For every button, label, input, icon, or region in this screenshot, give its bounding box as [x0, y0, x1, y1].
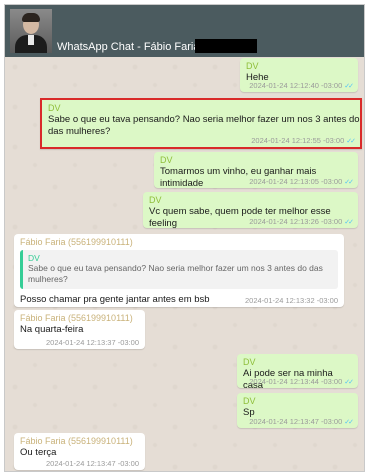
message-sender: Fábio Faria (556199910111) — [20, 436, 133, 446]
message-text: Na quarta-feira — [20, 324, 84, 335]
message-bubble[interactable]: DV Tomarmos um vinho, eu ganhar mais int… — [154, 152, 358, 189]
message-time: 2024-01-24 12:12:55 -03:00 ✓✓ — [251, 136, 356, 145]
message-text: Sabe o que eu tava pensando? Nao seria m… — [48, 114, 360, 137]
message-sender: Fábio Faria (556199910111) — [20, 237, 133, 247]
double-check-icon: ✓✓ — [344, 83, 354, 90]
redaction-box — [195, 39, 257, 53]
message-bubble[interactable]: DV Sp 2024-01-24 12:13:47 -03:00 ✓✓ — [237, 393, 358, 428]
chat-header: WhatsApp Chat - Fábio Faria - — [5, 5, 364, 57]
message-sender: DV — [246, 61, 259, 71]
message-sender: DV — [243, 396, 256, 406]
quoted-text: Sabe o que eu tava pensando? Nao seria m… — [28, 263, 323, 284]
message-time: 2024-01-24 12:13:26 -03:00 ✓✓ — [249, 217, 354, 226]
message-bubble[interactable]: DV Vc quem sabe, quem pode ter melhor es… — [143, 192, 358, 229]
double-check-icon: ✓✓ — [346, 138, 356, 145]
message-sender: DV — [149, 195, 162, 205]
message-bubble[interactable]: Fábio Faria (556199910111) Ou terça 2024… — [14, 433, 145, 470]
message-time: 2024-01-24 12:13:32 -03:00 — [245, 296, 338, 305]
message-bubble[interactable]: Fábio Faria (556199910111) DV Sabe o que… — [14, 234, 344, 307]
message-text: Ou terça — [20, 447, 57, 458]
message-bubble[interactable]: DV Ai pode ser na minha casa 2024-01-24 … — [237, 354, 358, 391]
message-time: 2024-01-24 12:13:47 -03:00 ✓✓ — [249, 417, 354, 426]
quoted-sender: DV — [28, 253, 40, 263]
message-sender: DV — [160, 155, 173, 165]
message-time: 2024-01-24 12:13:47 -03:00 — [46, 459, 139, 468]
chat-title: WhatsApp Chat - Fábio Faria - — [57, 41, 207, 53]
message-bubble[interactable]: Fábio Faria (556199910111) Na quarta-fei… — [14, 310, 145, 349]
message-time: 2024-01-24 12:13:44 -03:00 ✓✓ — [249, 377, 354, 386]
message-time: 2024-01-24 12:13:37 -03:00 — [46, 338, 139, 347]
double-check-icon: ✓✓ — [344, 219, 354, 226]
message-sender: DV — [48, 103, 61, 113]
message-bubble[interactable]: DV Hehe 2024-01-24 12:12:40 -03:00 ✓✓ — [240, 58, 358, 92]
message-time: 2024-01-24 12:13:05 -03:00 ✓✓ — [249, 177, 354, 186]
message-sender: Fábio Faria (556199910111) — [20, 313, 133, 323]
chat-window: WhatsApp Chat - Fábio Faria - DV Hehe 20… — [4, 4, 365, 472]
message-bubble-highlighted[interactable]: DV Sabe o que eu tava pensando? Nao seri… — [40, 98, 362, 149]
double-check-icon: ✓✓ — [344, 179, 354, 186]
double-check-icon: ✓✓ — [344, 379, 354, 386]
double-check-icon: ✓✓ — [344, 419, 354, 426]
quoted-message[interactable]: DV Sabe o que eu tava pensando? Nao seri… — [20, 250, 338, 289]
message-time: 2024-01-24 12:12:40 -03:00 ✓✓ — [249, 81, 354, 90]
message-sender: DV — [243, 357, 256, 367]
contact-avatar[interactable] — [10, 9, 52, 53]
